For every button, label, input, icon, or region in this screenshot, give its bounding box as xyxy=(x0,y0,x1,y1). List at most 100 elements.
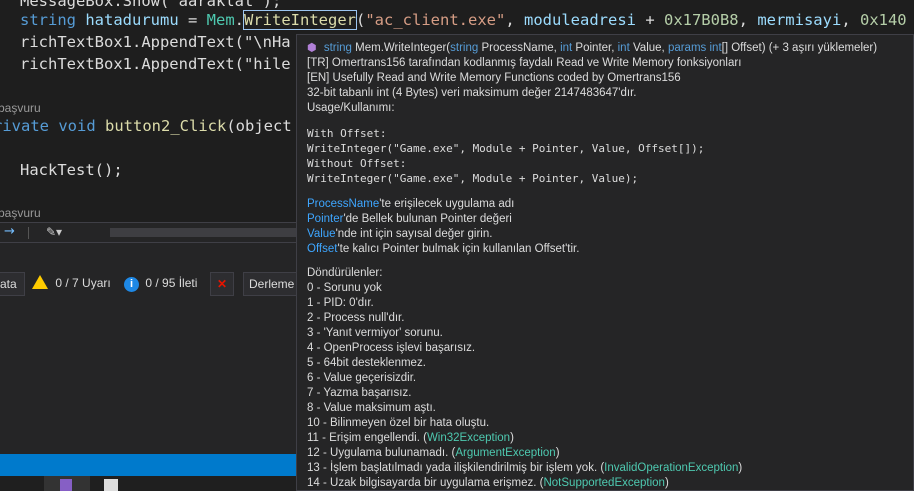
return-text-end: ) xyxy=(664,477,669,489)
exception-link[interactable]: NotSupportedException xyxy=(543,477,664,489)
variable: mermisayi xyxy=(757,11,842,29)
param-name: ProcessName, xyxy=(478,42,561,54)
method-name: button2_Click xyxy=(105,117,227,135)
comma: , xyxy=(505,11,524,29)
object-ref: Mem xyxy=(206,11,235,29)
comma: , xyxy=(738,11,758,29)
number-literal: 0x17B0B8 xyxy=(663,11,739,29)
return-item: 4 - OpenProcess işlevi başarısız. xyxy=(307,341,913,356)
description-line: [TR] Omertrans156 tarafından kodlanmış f… xyxy=(307,57,742,69)
return-item: 8 - Value maksimum aştı. xyxy=(307,401,913,416)
notepad-icon[interactable] xyxy=(104,479,118,491)
code-line: HackTest(); xyxy=(20,161,123,179)
clear-filter-icon[interactable]: ✕ xyxy=(210,272,234,296)
param-doc: Value'nde int için sayısal değer girin. xyxy=(307,227,913,242)
return-text: 12 - Uygulama bulunamadı. ( xyxy=(307,447,456,459)
method-signature: ⬢ string Mem.WriteInteger(string Process… xyxy=(307,40,913,56)
return-item: 5 - 64bit desteklenmez. xyxy=(307,356,913,371)
return-text: 5 - 64bit desteklenmez. xyxy=(307,357,426,369)
code-line: richTextBox1.AppendText("\nHa xyxy=(20,33,291,51)
usage-code-line: With Offset: xyxy=(307,127,387,140)
return-text: 8 - Value maksimum aştı. xyxy=(307,402,436,414)
member-name: Mem.WriteInteger( xyxy=(351,42,451,54)
warnings-count: 0 / 7 Uyarı xyxy=(55,276,111,290)
return-item: 11 - Erişim engellendi. (Win32Exception) xyxy=(307,431,913,446)
param-type: int xyxy=(706,42,722,54)
number-literal: 0x140 xyxy=(859,11,907,29)
string-literal: "ac_client.exe" xyxy=(365,11,506,29)
param-link[interactable]: ProcessName xyxy=(307,198,379,210)
errors-label: ata xyxy=(0,277,17,291)
param-doc: ProcessName'te erişilecek uygulama adı xyxy=(307,197,913,212)
arrow-right-icon[interactable]: → xyxy=(4,223,15,241)
messages-filter-button[interactable]: i 0 / 95 İleti xyxy=(124,272,197,294)
param-doc: Offset'te kalıcı Pointer bulmak için kul… xyxy=(307,242,913,257)
return-text: 1 - PID: 0'dır. xyxy=(307,297,374,309)
return-text-end: ) xyxy=(738,462,743,474)
return-item: 2 - Process null'dır. xyxy=(307,311,913,326)
warnings-filter-button[interactable]: 0 / 7 Uyarı xyxy=(32,272,111,294)
overload-count: (+ 3 aşırı yüklemeler) xyxy=(765,42,878,54)
param-link[interactable]: Offset xyxy=(307,243,337,255)
description-line: 32-bit tabanlı int (4 Bytes) veri maksim… xyxy=(307,87,637,99)
usage-code-line: Without Offset: xyxy=(307,157,407,170)
keyword: void xyxy=(58,117,96,135)
messages-count: 0 / 95 İleti xyxy=(145,276,198,290)
variable: moduleadresi xyxy=(524,11,636,29)
brush-icon[interactable]: ✎▾ xyxy=(46,223,62,241)
return-text: 2 - Process null'dır. xyxy=(307,312,405,324)
method-icon: ⬢ xyxy=(307,42,317,54)
build-label: Derleme xyxy=(249,277,295,291)
return-text: 11 - Erişim engellendi. ( xyxy=(307,432,427,444)
return-item: 7 - Yazma başarısız. xyxy=(307,386,913,401)
return-item: 0 - Sorunu yok xyxy=(307,281,913,296)
return-item: 1 - PID: 0'dır. xyxy=(307,296,913,311)
reference-count[interactable]: başvuru xyxy=(0,206,41,220)
keyword: rivate xyxy=(0,117,49,135)
usage-code-line: WriteInteger("Game.exe", Module + Pointe… xyxy=(307,172,639,185)
return-text-end: ) xyxy=(510,432,514,444)
return-item: 10 - Bilinmeyen özel bir hata oluştu. xyxy=(307,416,913,431)
variable: hatadurumu xyxy=(85,11,179,29)
exception-link[interactable]: Win32Exception xyxy=(427,432,510,444)
param-doc: Pointer'de Bellek bulunan Pointer değeri xyxy=(307,212,913,227)
code-line-method-decl: rivate void button2_Click(object xyxy=(0,116,292,136)
return-text: 10 - Bilinmeyen özel bir hata oluştu. xyxy=(307,417,490,429)
param-name: Value, xyxy=(629,42,668,54)
return-text: 14 - Uzak bilgisayarda bir uygulama eriş… xyxy=(307,477,544,489)
param-type: int xyxy=(617,42,630,54)
param-type: int xyxy=(560,42,573,54)
return-text-end: ) xyxy=(555,447,560,459)
param-doc-text: 'nde int için sayısal değer girin. xyxy=(335,228,493,240)
divider xyxy=(28,227,29,239)
exception-link[interactable]: ArgumentException xyxy=(455,447,555,459)
return-text: 6 - Value geçerisizdir. xyxy=(307,372,417,384)
vs-logo-icon xyxy=(60,479,72,491)
params-keyword: params xyxy=(667,42,707,54)
return-type: string xyxy=(323,42,352,54)
param-link[interactable]: Pointer xyxy=(307,213,343,225)
returns-title: Döndürülenler: xyxy=(307,267,383,279)
param-doc-text: 'de Bellek bulunan Pointer değeri xyxy=(343,213,512,225)
method-name[interactable]: WriteInteger xyxy=(243,10,357,30)
return-text: 13 - İşlem başlatılmadı yada ilişkilendi… xyxy=(307,462,605,474)
description-line: [EN] Usefully Read and Write Memory Func… xyxy=(307,72,681,84)
errors-filter-button[interactable]: ata xyxy=(0,272,25,296)
return-item: 3 - 'Yanıt vermiyor' sorunu. xyxy=(307,326,913,341)
return-item: 14 - Uzak bilgisayarda bir uygulama eriş… xyxy=(307,476,913,491)
operator: + xyxy=(635,11,664,29)
keyword: string xyxy=(20,11,76,29)
description-line: Usage/Kullanımı: xyxy=(307,102,395,114)
param-link[interactable]: Value xyxy=(307,228,336,240)
param-name: [] Offset) xyxy=(721,42,766,54)
param-doc-text: 'te erişilecek uygulama adı xyxy=(379,198,515,210)
return-text: 7 - Yazma başarısız. xyxy=(307,387,412,399)
params: (object xyxy=(226,117,292,135)
paren: ( xyxy=(356,11,366,29)
exception-link[interactable]: InvalidOperationException xyxy=(604,462,738,474)
reference-count[interactable]: başvuru xyxy=(0,101,41,115)
return-item: 6 - Value geçerisizdir. xyxy=(307,371,913,386)
dot: . xyxy=(234,11,245,29)
return-text: 3 - 'Yanıt vermiyor' sorunu. xyxy=(307,327,443,339)
return-item: 12 - Uygulama bulunamadı. (ArgumentExcep… xyxy=(307,446,913,461)
